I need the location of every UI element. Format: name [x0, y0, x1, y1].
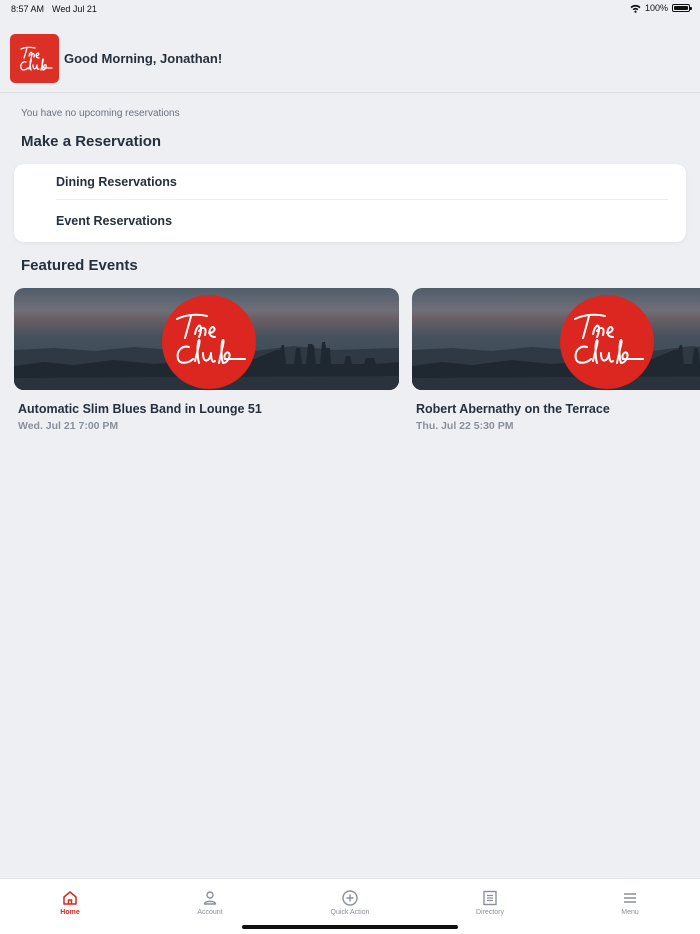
event-reservations-link[interactable]: Event Reservations: [56, 214, 172, 228]
tab-bar: Home Account Quick Action Directory Menu: [0, 878, 700, 934]
dining-reservations-link[interactable]: Dining Reservations: [56, 175, 177, 189]
featured-events-title: Featured Events: [21, 257, 138, 274]
battery-percent: 100%: [644, 3, 668, 13]
app-screen: 8:57 AM Wed Jul 21 100% Good Morning, Jo…: [0, 0, 700, 934]
tab-account[interactable]: Account: [140, 879, 280, 927]
person-icon: [203, 891, 217, 905]
event-title: Automatic Slim Blues Band in Lounge 51: [18, 402, 262, 416]
club-logo-script-icon: [574, 313, 644, 365]
status-date: Wed Jul 21: [52, 4, 97, 14]
tab-label: Quick Action: [330, 909, 370, 916]
header: Good Morning, Jonathan!: [0, 33, 700, 93]
tab-label: Home: [60, 909, 80, 916]
status-time: 8:57 AM: [11, 4, 45, 14]
tab-label: Directory: [475, 909, 504, 916]
home-icon: [63, 891, 77, 905]
no-reservations-message: You have no upcoming reservations: [21, 108, 180, 119]
tab-quick-action[interactable]: Quick Action: [280, 879, 420, 927]
tab-label: Account: [197, 909, 223, 916]
reservation-options-card: Dining Reservations Event Reservations: [14, 164, 686, 242]
make-reservation-title: Make a Reservation: [21, 133, 162, 150]
plus-circle-icon: [342, 890, 358, 906]
event-date: Thu. Jul 22 5:30 PM: [416, 420, 514, 432]
battery-icon: [672, 4, 692, 12]
tab-label: Menu: [621, 909, 639, 916]
greeting-text: Good Morning, Jonathan!: [64, 51, 223, 66]
tab-home[interactable]: Home: [0, 879, 140, 927]
divider: [56, 199, 668, 200]
event-card[interactable]: Robert Abernathy on the Terrace Thu. Jul…: [412, 288, 700, 432]
home-indicator: [242, 925, 458, 929]
tab-directory[interactable]: Directory: [420, 879, 560, 927]
wifi-icon: [630, 4, 641, 13]
event-card[interactable]: Automatic Slim Blues Band in Lounge 51 W…: [14, 288, 399, 432]
tab-menu[interactable]: Menu: [560, 879, 700, 927]
club-logo-badge: [162, 295, 256, 389]
status-bar: 8:57 AM Wed Jul 21 100%: [0, 0, 700, 18]
club-logo-script-icon: [176, 313, 246, 365]
club-logo[interactable]: [10, 34, 59, 83]
event-image: [412, 288, 700, 390]
club-logo-script-icon: [19, 46, 53, 71]
list-icon: [483, 890, 497, 906]
event-image: [14, 288, 399, 390]
hamburger-icon: [624, 893, 636, 903]
event-title: Robert Abernathy on the Terrace: [416, 402, 610, 416]
city-skyline-image: [412, 345, 700, 390]
event-date: Wed. Jul 21 7:00 PM: [18, 420, 119, 432]
club-logo-badge: [560, 295, 654, 389]
status-indicators: 100%: [630, 3, 692, 13]
